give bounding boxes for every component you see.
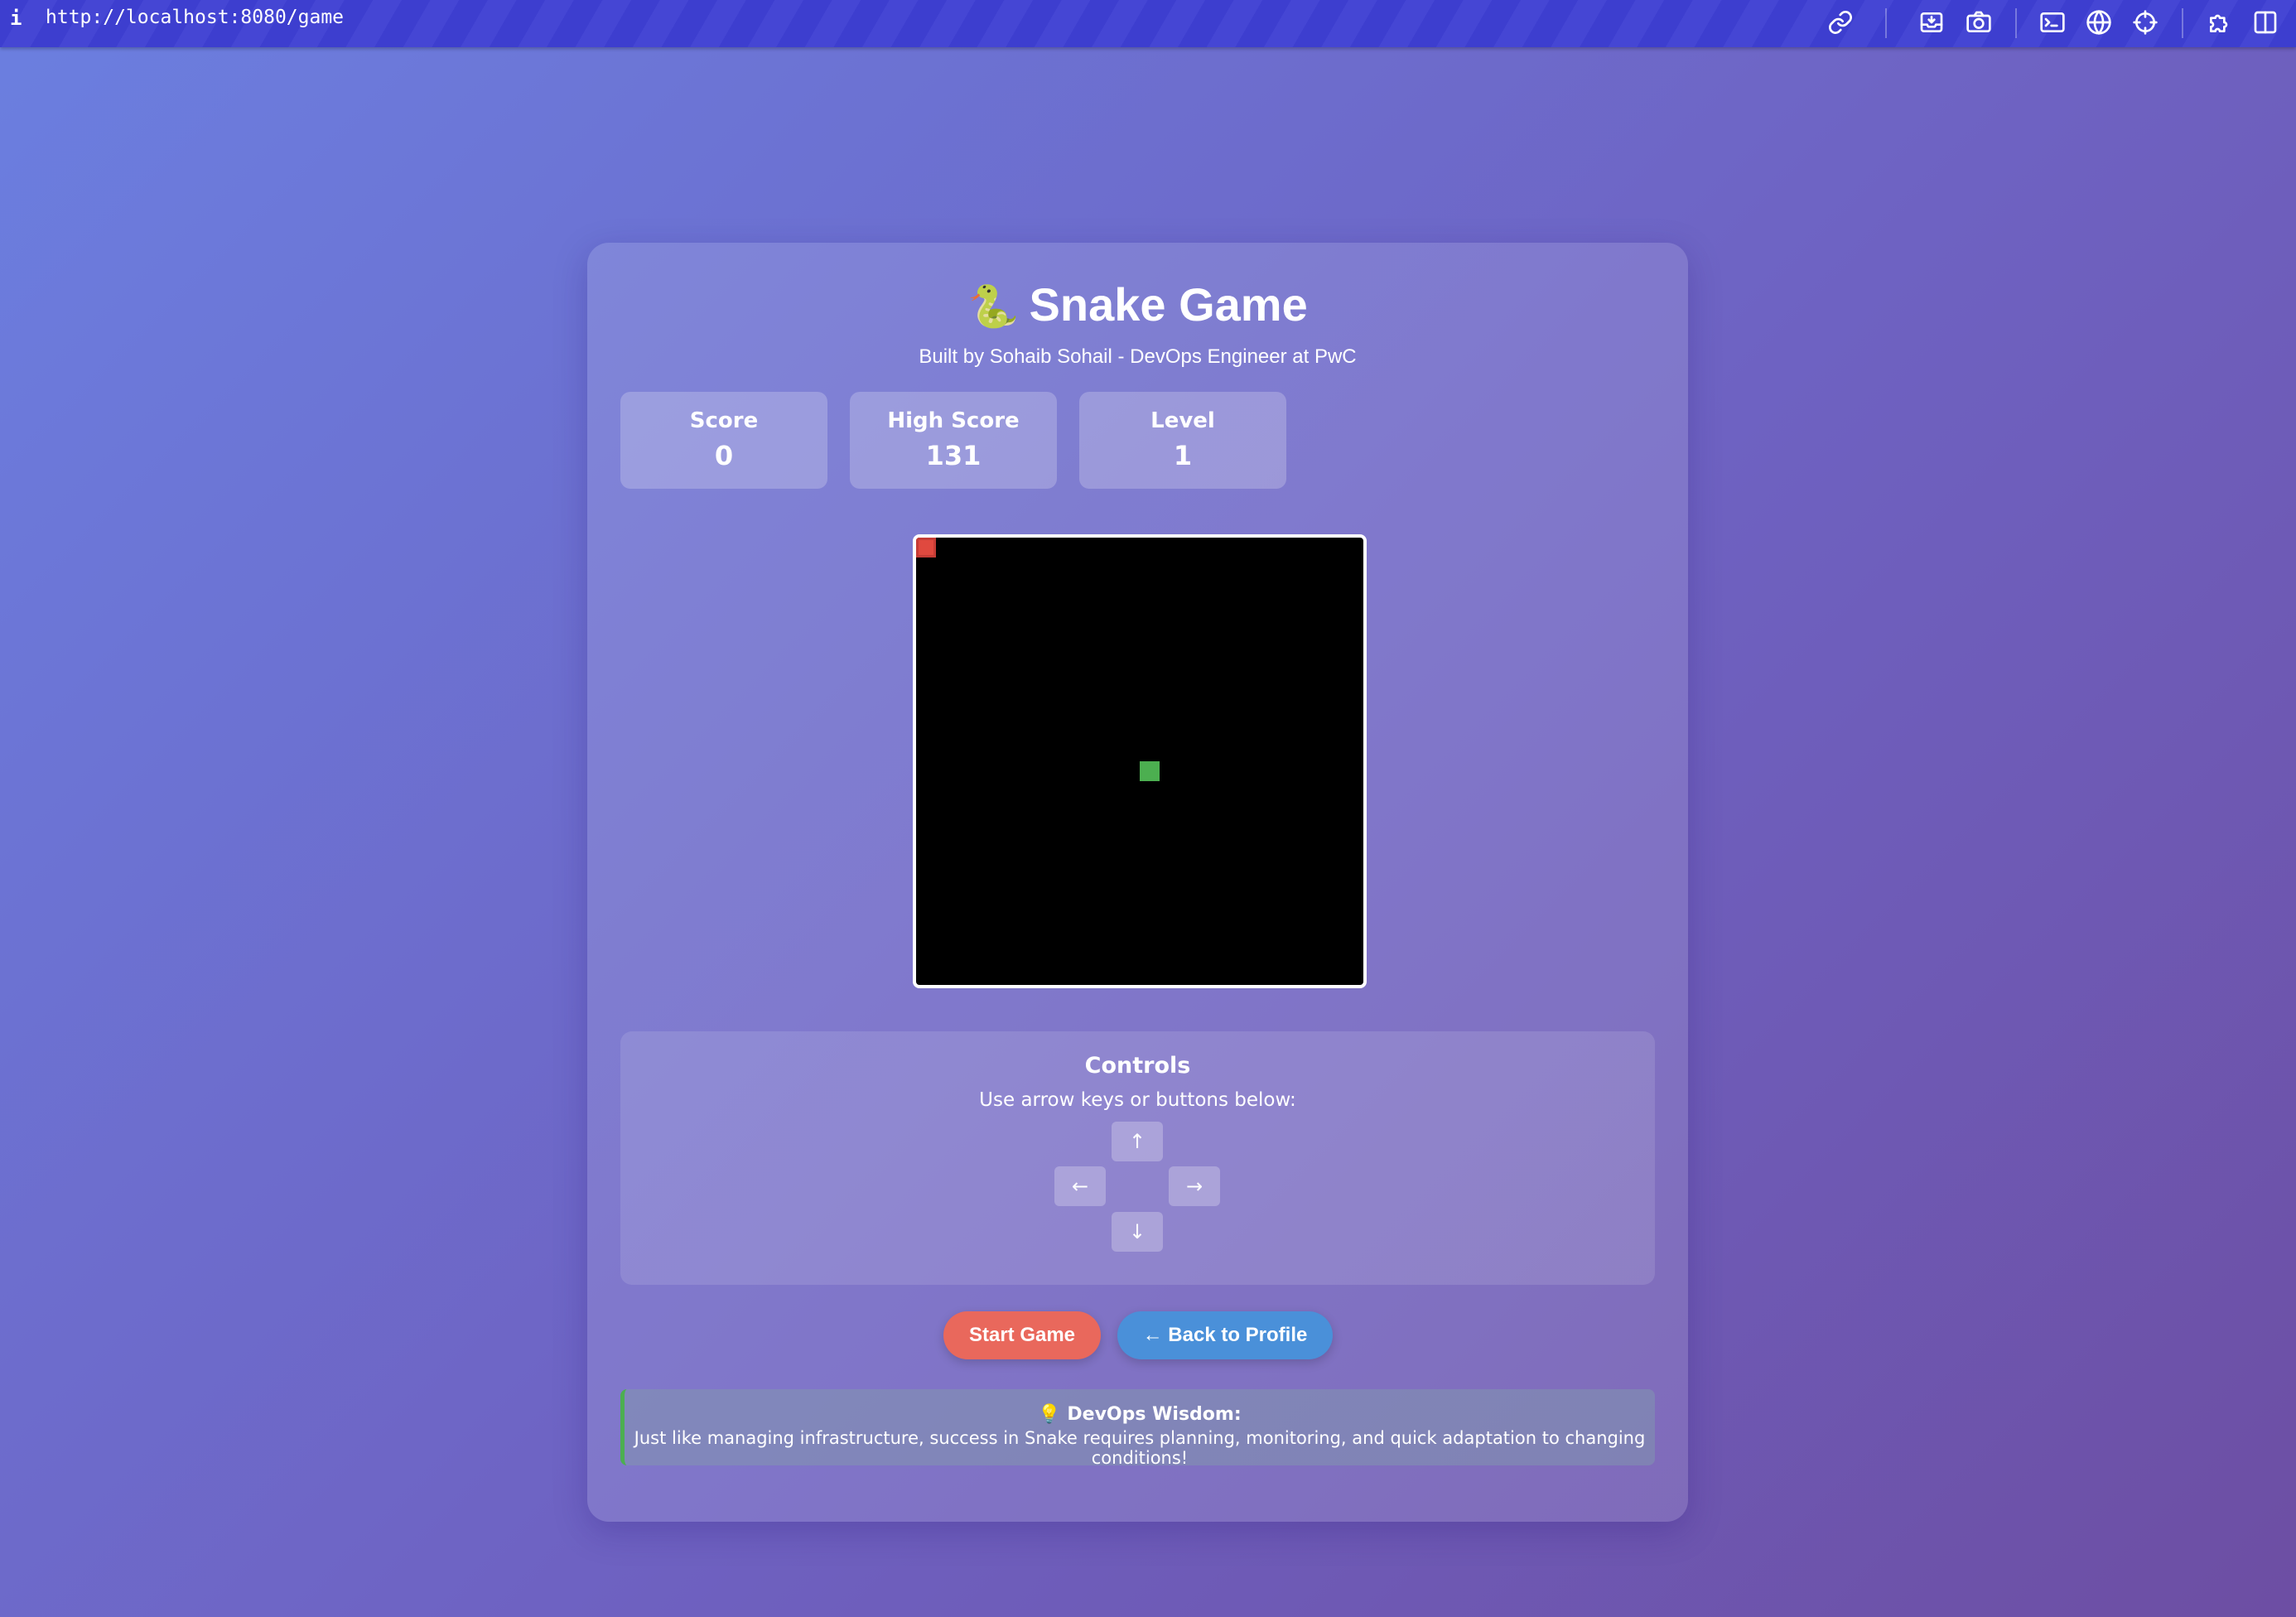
high-score-label: High Score [887, 408, 1020, 433]
url-bar[interactable]: http://localhost:8080/game [46, 7, 344, 28]
puzzle-icon[interactable] [2204, 7, 2236, 38]
browser-toolbar: i http://localhost:8080/game [0, 0, 2296, 47]
toolbar-separator [2015, 8, 2017, 38]
inbox-icon[interactable] [1916, 7, 1947, 38]
snake-icon: 🐍 [967, 283, 1020, 330]
start-game-button[interactable]: Start Game [943, 1311, 1101, 1359]
high-score-value: 131 [925, 440, 982, 471]
score-label: Score [689, 408, 759, 433]
link-icon[interactable] [1825, 7, 1856, 38]
page-title: 🐍 Snake Game [587, 278, 1688, 331]
game-card: 🐍 Snake Game Built by Sohaib Sohail - Dev… [587, 243, 1688, 1522]
level-label: Level [1150, 408, 1215, 433]
page-subtitle: Built by Sohaib Sohail - DevOps Engineer… [919, 345, 1357, 368]
toolbar-separator [2182, 8, 2183, 38]
title-text: Snake Game [1029, 278, 1308, 331]
snake-head [1140, 761, 1160, 781]
up-button[interactable]: ↑ [1112, 1122, 1163, 1161]
score-value: 0 [714, 440, 734, 471]
wisdom-text: Just like managing infrastructure, succe… [634, 1428, 1646, 1468]
down-button[interactable]: ↓ [1112, 1212, 1163, 1252]
devops-wisdom-box: 💡 DevOps Wisdom: Just like managing infr… [620, 1389, 1655, 1468]
sidebar-icon[interactable] [2250, 7, 2281, 38]
score-box: Score 0 [620, 392, 827, 489]
left-button[interactable]: ← [1054, 1166, 1106, 1206]
camera-icon[interactable] [1963, 7, 1995, 38]
globe-icon[interactable] [2083, 7, 2115, 38]
info-icon[interactable]: i [10, 7, 22, 30]
controls-panel: Controls Use arrow keys or buttons below… [620, 1031, 1655, 1285]
right-button[interactable]: → [1169, 1166, 1220, 1206]
terminal-icon[interactable] [2037, 7, 2068, 38]
controls-title: Controls [1084, 1053, 1191, 1079]
level-value: 1 [1173, 440, 1193, 471]
back-to-profile-button[interactable]: ← Back to Profile [1117, 1311, 1333, 1359]
game-board[interactable] [913, 534, 1367, 988]
controls-description: Use arrow keys or buttons below: [979, 1089, 1296, 1111]
high-score-box: High Score 131 [850, 392, 1057, 489]
crosshair-icon[interactable] [2130, 7, 2161, 38]
wisdom-title: 💡 DevOps Wisdom: [1038, 1404, 1242, 1425]
food [916, 538, 936, 558]
toolbar-separator [1885, 8, 1887, 38]
level-box: Level 1 [1079, 392, 1286, 489]
